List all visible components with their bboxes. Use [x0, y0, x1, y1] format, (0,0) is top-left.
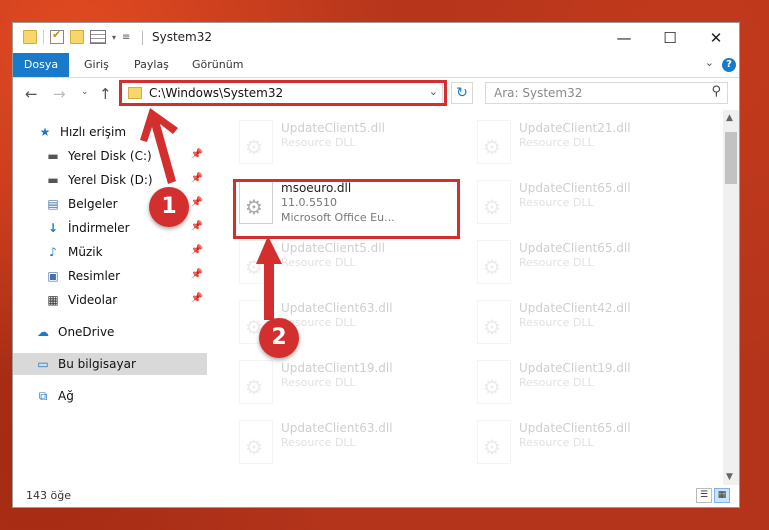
step-badge-2: 2 — [259, 318, 299, 358]
arrow-2 — [256, 236, 282, 320]
step-badge-1: 1 — [149, 187, 189, 227]
arrow-1 — [140, 108, 178, 184]
callout-arrows — [140, 108, 282, 320]
